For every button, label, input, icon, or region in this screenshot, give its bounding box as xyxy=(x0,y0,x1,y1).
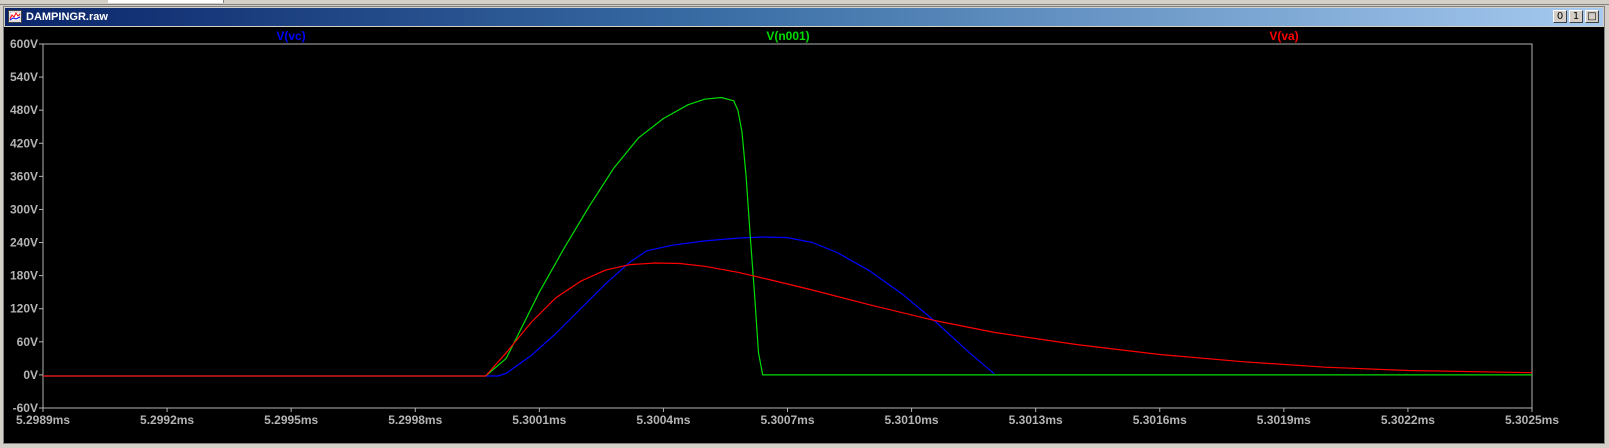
legend-item[interactable]: V(vc) xyxy=(276,29,305,43)
plot-window: DAMPINGR.raw 0 1 □ V(vc) V(n001) V(va) 600… xyxy=(3,6,1605,444)
x-tick-label: 5.2992ms xyxy=(140,413,194,427)
plot-frame xyxy=(42,43,1533,409)
y-tick-label: 240V xyxy=(10,236,38,250)
x-tick-label: 5.3025ms xyxy=(1505,413,1559,427)
parent-window-strip xyxy=(0,0,1609,5)
x-tick-label: 5.2989ms xyxy=(16,413,70,427)
y-tick-label: 480V xyxy=(10,103,38,117)
y-tick-label: 120V xyxy=(10,302,38,316)
y-axis: 600V 540V 480V 420V 360V 300V 240V 180V 120V 60V 0… xyxy=(10,37,43,415)
y-tick-label: 180V xyxy=(10,269,38,283)
legend-item[interactable]: V(n001) xyxy=(766,29,809,43)
waveform-chart[interactable]: V(vc) V(n001) V(va) 600V 540V 480V 420V 360V 30… xyxy=(4,27,1604,443)
x-tick-label: 5.3007ms xyxy=(760,413,814,427)
x-axis: 5.2989ms 5.2992ms 5.2995ms 5.2998ms 5.3001ms… xyxy=(16,408,1559,427)
waveform-icon xyxy=(8,10,22,23)
x-tick-label: 5.3004ms xyxy=(636,413,690,427)
legend: V(vc) V(n001) V(va) xyxy=(276,29,1298,43)
restore-button[interactable]: 1 xyxy=(1569,10,1583,23)
parent-tab[interactable] xyxy=(108,0,224,3)
x-tick-label: 5.3010ms xyxy=(885,413,939,427)
x-tick-label: 5.3019ms xyxy=(1257,413,1311,427)
y-tick-label: 600V xyxy=(10,37,38,51)
traces xyxy=(43,96,1533,377)
plot-area[interactable]: V(vc) V(n001) V(va) 600V 540V 480V 420V 360V 30… xyxy=(4,27,1604,443)
x-tick-label: 5.3016ms xyxy=(1133,413,1187,427)
x-tick-label: 5.3013ms xyxy=(1009,413,1063,427)
window-controls: 0 1 □ xyxy=(1553,10,1599,24)
x-tick-label: 5.3022ms xyxy=(1381,413,1435,427)
y-tick-label: 360V xyxy=(10,169,38,183)
series-line[interactable] xyxy=(43,236,995,377)
legend-item[interactable]: V(va) xyxy=(1269,29,1298,43)
window-title: DAMPINGR.raw xyxy=(26,11,108,23)
y-tick-label: 420V xyxy=(10,136,38,150)
y-tick-label: 540V xyxy=(10,70,38,84)
x-tick-label: 5.2998ms xyxy=(388,413,442,427)
x-tick-label: 5.3001ms xyxy=(512,413,566,427)
window-titlebar[interactable]: DAMPINGR.raw 0 1 □ xyxy=(5,8,1603,26)
y-tick-label: 0V xyxy=(23,368,38,382)
series-line[interactable] xyxy=(43,262,1533,377)
maximize-button[interactable]: □ xyxy=(1585,10,1599,23)
series-line[interactable] xyxy=(43,96,1532,377)
minimize-button[interactable]: 0 xyxy=(1553,10,1567,23)
x-tick-label: 5.2995ms xyxy=(264,413,318,427)
y-tick-label: 60V xyxy=(17,335,38,349)
y-tick-label: 300V xyxy=(10,202,38,216)
